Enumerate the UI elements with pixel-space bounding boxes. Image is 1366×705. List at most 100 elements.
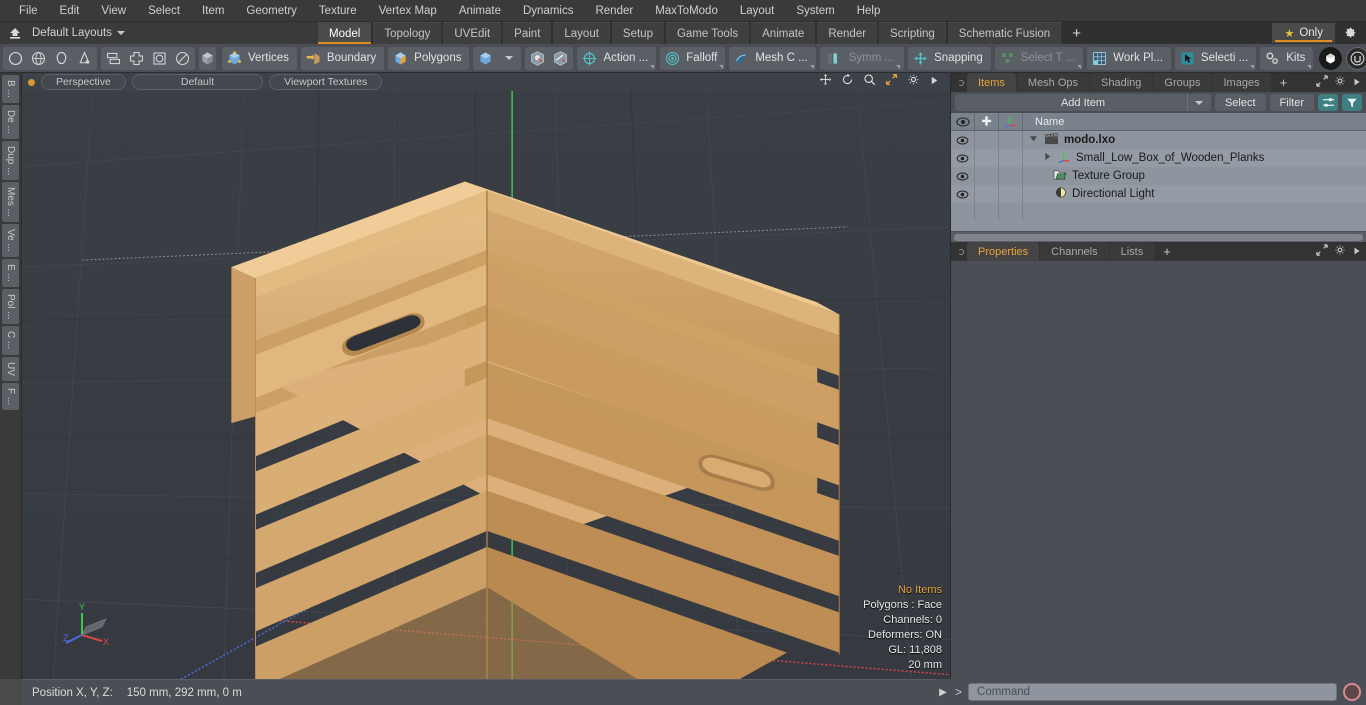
properties-more-icon[interactable] — [1352, 243, 1362, 261]
falloff-button[interactable]: Falloff — [660, 46, 726, 70]
menu-item-animate[interactable]: Animate — [448, 0, 512, 22]
ellipse-tool-icon[interactable] — [171, 47, 194, 70]
tab-groups[interactable]: Groups — [1153, 73, 1212, 92]
menu-item-render[interactable]: Render — [584, 0, 644, 22]
filter-funnel-icon[interactable] — [1342, 94, 1362, 111]
filter-button[interactable]: Filter — [1269, 94, 1314, 111]
layout-name[interactable]: Default Layouts — [32, 27, 125, 39]
mode-polygons-button[interactable]: Polygons — [388, 46, 470, 70]
add-item-button[interactable]: Add Item — [955, 94, 1211, 111]
viewport-gear-icon[interactable] — [907, 73, 920, 91]
symmetry-icon[interactable] — [822, 47, 845, 70]
menu-item-maxtomodo[interactable]: MaxToModo — [644, 0, 729, 22]
work-plane-button[interactable]: Work Pl... — [1087, 46, 1171, 70]
tree-expander-collapsed-icon[interactable] — [1043, 152, 1053, 164]
row-name-cell[interactable]: Small_Low_Box_of_Wooden_Planks — [1023, 149, 1366, 167]
tab-schematic-fusion[interactable]: Schematic Fusion — [947, 22, 1062, 44]
menu-item-file[interactable]: File — [8, 0, 49, 22]
row-name-cell[interactable]: Directional Light — [1023, 185, 1366, 203]
viewport-more-icon[interactable] — [929, 73, 940, 91]
teardrop-tool-icon[interactable] — [50, 47, 73, 70]
row-lock-cell[interactable] — [975, 185, 999, 203]
modo-cube-logo-icon[interactable] — [1319, 46, 1343, 70]
table-row[interactable]: modo.lxo — [951, 131, 1366, 149]
expand-panel-icon[interactable] — [1316, 74, 1328, 92]
row-lock-cell[interactable] — [975, 131, 999, 149]
add-tab-button[interactable]: + — [1063, 22, 1090, 44]
tool-tab-de[interactable]: De ... — [2, 104, 19, 139]
menu-item-layout[interactable]: Layout — [729, 0, 786, 22]
tab-setup[interactable]: Setup — [611, 22, 664, 44]
viewport-preset[interactable]: Default — [131, 74, 264, 90]
row-name-cell[interactable]: modo.lxo — [1023, 131, 1366, 149]
record-circle-icon[interactable] — [1343, 683, 1361, 701]
menu-item-vertex-map[interactable]: Vertex Map — [368, 0, 448, 22]
table-row[interactable]: Small_Low_Box_of_Wooden_Planks — [951, 149, 1366, 167]
tool-tab-pol[interactable]: Pol ... — [2, 288, 19, 325]
layout-selector[interactable]: Default Layouts — [0, 22, 318, 44]
command-input[interactable]: Command — [968, 683, 1337, 701]
table-row[interactable]: Texture Group — [951, 167, 1366, 185]
tab-scripting[interactable]: Scripting — [879, 22, 946, 44]
menu-item-edit[interactable]: Edit — [49, 0, 91, 22]
tab-layout[interactable]: Layout — [553, 22, 610, 44]
row-axis-cell[interactable] — [999, 185, 1023, 203]
tab-lists[interactable]: Lists — [1109, 242, 1155, 261]
menu-item-view[interactable]: View — [90, 0, 137, 22]
axis-icon[interactable] — [999, 113, 1023, 130]
plus-lock-icon[interactable] — [975, 113, 999, 130]
table-row[interactable]: Directional Light — [951, 185, 1366, 203]
selection-set-button[interactable]: Selecti ... — [1174, 46, 1257, 70]
circle-tool-icon[interactable] — [4, 47, 27, 70]
tab-animate[interactable]: Animate — [751, 22, 816, 44]
tab-images[interactable]: Images — [1212, 73, 1271, 92]
home-up-icon[interactable] — [6, 25, 24, 41]
row-visibility-eye-icon[interactable] — [951, 131, 975, 149]
select-button[interactable]: Select — [1214, 94, 1266, 111]
row-axis-cell[interactable] — [999, 131, 1023, 149]
gear-icon[interactable] — [1338, 22, 1362, 44]
select-through-button[interactable]: Select T ... — [994, 46, 1084, 70]
row-axis-cell[interactable] — [999, 167, 1023, 185]
wooden-crate-model[interactable] — [22, 91, 950, 679]
row-visibility-eye-icon[interactable] — [951, 149, 975, 167]
panel-gear-icon[interactable] — [1334, 74, 1346, 92]
mode-boundary-button[interactable]: Boundary — [300, 46, 385, 70]
tab-properties[interactable]: Properties — [967, 242, 1040, 261]
tree-expander-expanded-icon[interactable] — [1029, 134, 1039, 146]
grid-tool-icon[interactable] — [125, 47, 148, 70]
tool-tab-b[interactable]: B ... — [2, 75, 19, 103]
row-axis-cell[interactable] — [999, 149, 1023, 167]
add-panel-tab-button[interactable]: + — [1272, 73, 1296, 92]
viewport-shading-mode[interactable]: Viewport Textures — [269, 74, 383, 90]
list-options-icon[interactable] — [1318, 94, 1338, 111]
menu-item-geometry[interactable]: Geometry — [235, 0, 308, 22]
globe-tool-icon[interactable] — [27, 47, 50, 70]
panel-more-icon[interactable] — [1352, 74, 1362, 92]
properties-drag-dot-icon[interactable] — [955, 242, 967, 261]
item-tree-body[interactable]: modo.lxo Small_Low_Box_of_Wooden_Planks — [951, 131, 1366, 231]
stack-tool-icon[interactable] — [102, 47, 125, 70]
cone-tool-icon[interactable] — [73, 47, 96, 70]
zoom-icon[interactable] — [863, 73, 876, 91]
snap-edge-icon[interactable] — [549, 47, 572, 70]
menu-item-select[interactable]: Select — [137, 0, 191, 22]
tab-topology[interactable]: Topology — [373, 22, 442, 44]
only-button[interactable]: ★ Only — [1272, 23, 1335, 43]
tab-game-tools[interactable]: Game Tools — [665, 22, 750, 44]
add-item-dropdown-icon[interactable] — [1186, 94, 1211, 111]
menu-item-texture[interactable]: Texture — [308, 0, 368, 22]
status-expand-icon[interactable]: ▶ — [936, 679, 950, 705]
tab-channels[interactable]: Channels — [1040, 242, 1109, 261]
tool-tab-dup[interactable]: Dup ... — [2, 140, 19, 181]
tool-tab-uv[interactable]: UV — [2, 356, 19, 381]
tab-shading[interactable]: Shading — [1090, 73, 1153, 92]
menu-item-help[interactable]: Help — [846, 0, 892, 22]
mesh-constraint-button[interactable]: Mesh C ... — [729, 46, 816, 70]
mode-vertices-button[interactable]: Vertices — [222, 46, 297, 70]
rotate-icon[interactable] — [841, 73, 854, 91]
add-properties-tab-button[interactable]: + — [1155, 242, 1179, 261]
tab-model[interactable]: Model — [318, 22, 372, 44]
unreal-engine-logo-icon[interactable] — [1346, 46, 1366, 70]
row-name-cell[interactable]: Texture Group — [1023, 167, 1366, 185]
